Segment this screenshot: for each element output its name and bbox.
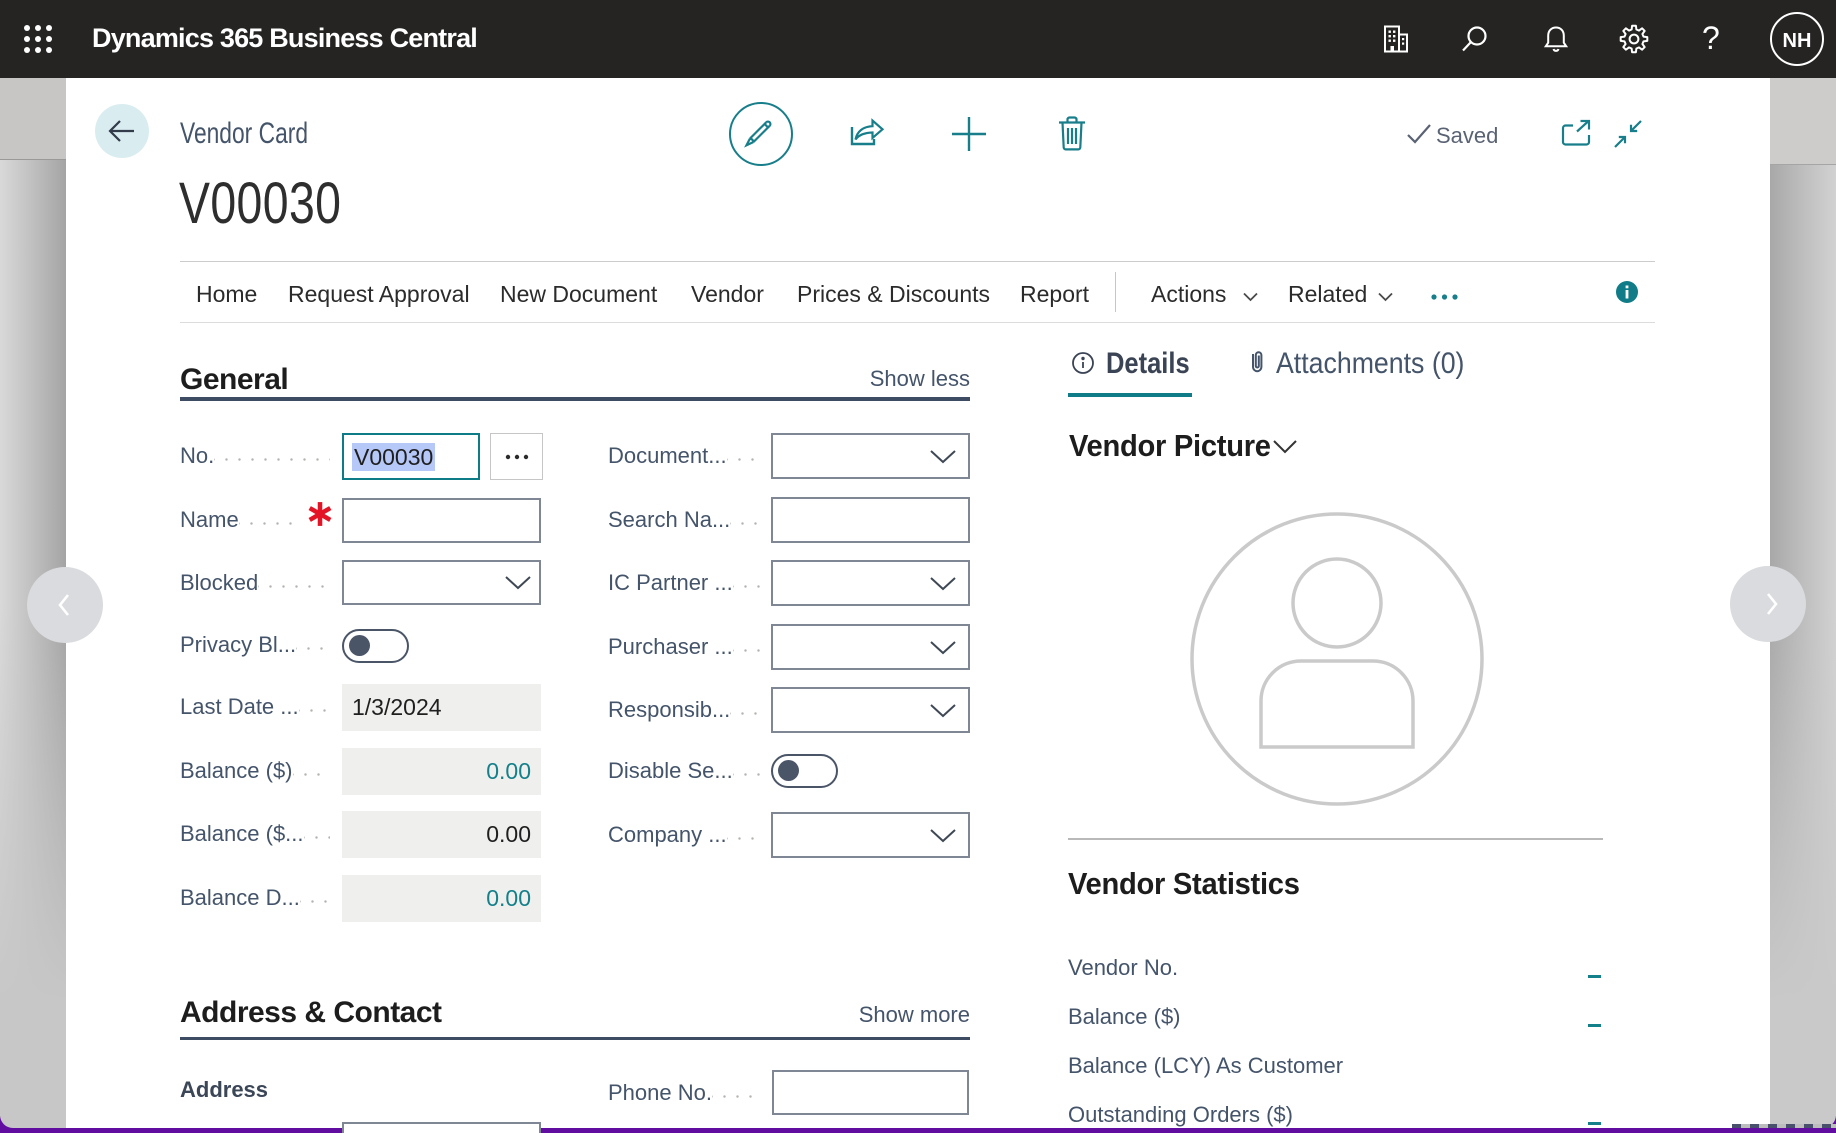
svg-text:NH: NH	[1783, 30, 1812, 52]
